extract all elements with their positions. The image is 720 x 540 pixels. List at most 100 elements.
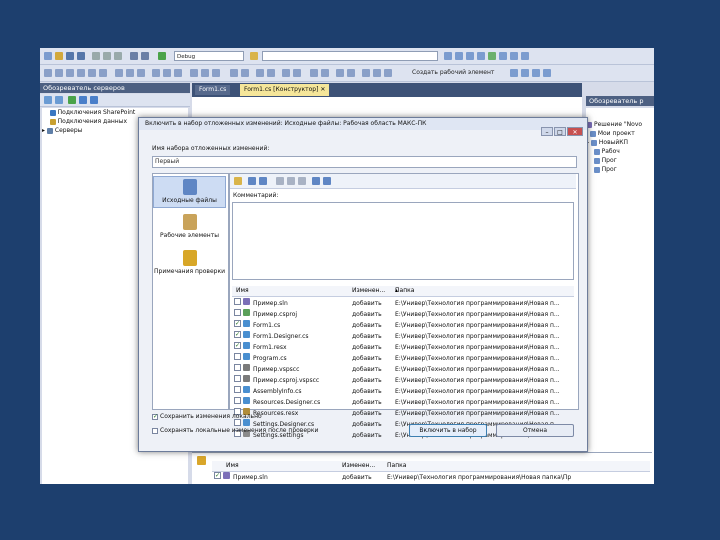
align-center-icon[interactable] <box>55 69 63 77</box>
preserve-changes-option[interactable]: Сохранять локальные изменения после пров… <box>152 427 318 434</box>
properties-icon[interactable] <box>455 52 463 60</box>
tab-form1-cs[interactable]: Form1.cs <box>195 85 231 95</box>
file-row-checkbox[interactable] <box>234 397 241 404</box>
connect-sharepoint-icon[interactable] <box>90 96 98 104</box>
align-right-icon[interactable] <box>66 69 74 77</box>
file-row-checkbox[interactable]: ✓ <box>234 331 241 338</box>
pending-changes-icon[interactable] <box>532 69 540 77</box>
new-project-icon[interactable] <box>44 52 52 60</box>
cancel-button[interactable]: Отмена <box>496 424 574 437</box>
tree-solution[interactable]: Решение "Novo <box>586 120 654 129</box>
align-top-icon[interactable] <box>77 69 85 77</box>
column-folder[interactable]: Папка ▴ <box>395 286 414 296</box>
file-row[interactable]: ✓ Form1.Designer.cs добавить E:\Универ\Техн… <box>232 331 574 342</box>
tree-item-prog-2[interactable]: Прог <box>586 165 654 174</box>
file-row-checkbox[interactable] <box>234 364 241 371</box>
connect-server-icon[interactable] <box>79 96 87 104</box>
file-row-checkbox[interactable] <box>234 375 241 382</box>
file-row[interactable]: Program.cs добавить E:\Универ\Технология п… <box>232 353 574 364</box>
view-icon[interactable] <box>298 177 306 185</box>
nav-work-items[interactable]: Рабочие элементы <box>153 212 226 246</box>
file-row-checkbox[interactable] <box>234 309 241 316</box>
tree-new-project[interactable]: ▸ НовыйКП <box>586 138 654 147</box>
lock-controls-icon[interactable] <box>267 69 275 77</box>
tree-item-prog-1[interactable]: Прог <box>586 156 654 165</box>
column-change[interactable]: Изменен... <box>342 461 375 471</box>
object-browser-icon[interactable] <box>466 52 474 60</box>
vertical-spacing-icon[interactable] <box>190 69 198 77</box>
tree-item-work[interactable]: Рабоч <box>586 147 654 156</box>
file-row[interactable]: Пример.sln добавить E:\Универ\Технология п… <box>232 298 574 309</box>
pending-row[interactable]: ✓ Пример.sln добавить E:\Универ\Технолог… <box>212 472 650 483</box>
column-change[interactable]: Изменен... <box>352 286 385 296</box>
file-row-checkbox[interactable] <box>234 353 241 360</box>
align-left-icon[interactable] <box>44 69 52 77</box>
extension-icon[interactable] <box>488 52 496 60</box>
prev-bookmark-icon[interactable] <box>384 69 392 77</box>
column-folder[interactable]: Папка <box>387 461 406 471</box>
command-window-icon[interactable] <box>521 52 529 60</box>
align-middle-icon[interactable] <box>88 69 96 77</box>
refresh-icon[interactable] <box>521 69 529 77</box>
make-same-height-icon[interactable] <box>126 69 134 77</box>
file-row-checkbox[interactable] <box>234 386 241 393</box>
bring-front-icon[interactable] <box>230 69 238 77</box>
minimize-button[interactable]: – <box>541 127 553 136</box>
outdent-icon[interactable] <box>321 69 329 77</box>
cut-icon[interactable] <box>92 52 100 60</box>
column-name[interactable]: Имя <box>236 286 249 296</box>
bookmark-icon[interactable] <box>362 69 370 77</box>
make-same-size-icon[interactable] <box>137 69 145 77</box>
refresh-icon[interactable] <box>312 177 320 185</box>
file-row-checkbox[interactable]: ✓ <box>234 320 241 327</box>
center-horizontally-icon[interactable] <box>201 69 209 77</box>
shelveset-name-input[interactable]: Первый <box>152 156 577 168</box>
center-vertically-icon[interactable] <box>212 69 220 77</box>
keep-changes-option[interactable]: ✓ Сохранить изменения локально <box>152 413 262 420</box>
file-row[interactable]: Пример.vspscc добавить E:\Универ\Технологи… <box>232 364 574 375</box>
format-2-icon[interactable] <box>293 69 301 77</box>
spacing-increase-icon[interactable] <box>163 69 171 77</box>
spacing-decrease-icon[interactable] <box>174 69 182 77</box>
tab-form1-designer[interactable]: Form1.cs [Конструктор] ✕ <box>240 84 330 96</box>
format-icon[interactable] <box>282 69 290 77</box>
shelve-button[interactable]: Включить в набор <box>409 424 487 437</box>
file-row[interactable]: AssemblyInfo.cs добавить E:\Универ\Техноло… <box>232 386 574 397</box>
redo-icon[interactable] <box>141 52 149 60</box>
file-row[interactable]: Resources.Designer.cs добавить E:\Универ\Т… <box>232 397 574 408</box>
comment-icon[interactable] <box>336 69 344 77</box>
find-combo[interactable] <box>262 51 438 61</box>
find-icon[interactable] <box>250 52 258 60</box>
pending-row-checkbox[interactable]: ✓ <box>214 472 221 479</box>
nav-checkin-notes[interactable]: Примечания проверки <box>153 248 226 290</box>
team-explorer-icon[interactable] <box>510 69 518 77</box>
save-all-icon[interactable] <box>77 52 85 60</box>
tree-my-project[interactable]: Мои проект <box>586 129 654 138</box>
preserve-changes-checkbox[interactable] <box>152 427 158 434</box>
connect-database-icon[interactable] <box>68 96 76 104</box>
copy-icon[interactable] <box>103 52 111 60</box>
tree-item-sharepoint[interactable]: Подключения SharePoint <box>42 108 188 117</box>
file-row-checkbox[interactable] <box>234 298 241 305</box>
file-row[interactable]: Пример.csproj добавить E:\Универ\Технологи… <box>232 309 574 320</box>
comment-textarea[interactable] <box>232 202 574 280</box>
output-icon[interactable] <box>510 52 518 60</box>
save-icon[interactable] <box>66 52 74 60</box>
paste-icon[interactable] <box>114 52 122 60</box>
create-work-item-button[interactable]: Создать рабочий элемент <box>412 69 494 76</box>
open-folder-icon[interactable] <box>55 52 63 60</box>
solution-explorer-icon[interactable] <box>444 52 452 60</box>
undo-icon[interactable] <box>130 52 138 60</box>
start-page-icon[interactable] <box>499 52 507 60</box>
tree-view-icon[interactable] <box>259 177 267 185</box>
flat-view-icon[interactable] <box>248 177 256 185</box>
file-row[interactable]: ✓ Form1.cs добавить E:\Универ\Технология пр… <box>232 320 574 331</box>
tab-order-icon[interactable] <box>256 69 264 77</box>
options-icon[interactable] <box>323 177 331 185</box>
file-row-checkbox[interactable]: ✓ <box>234 342 241 349</box>
file-row-checkbox[interactable] <box>234 419 241 426</box>
keep-changes-checkbox[interactable]: ✓ <box>152 413 158 420</box>
compare-icon[interactable] <box>276 177 284 185</box>
close-tab-icon[interactable]: ✕ <box>320 86 325 93</box>
configuration-dropdown[interactable]: Debug <box>174 51 244 61</box>
